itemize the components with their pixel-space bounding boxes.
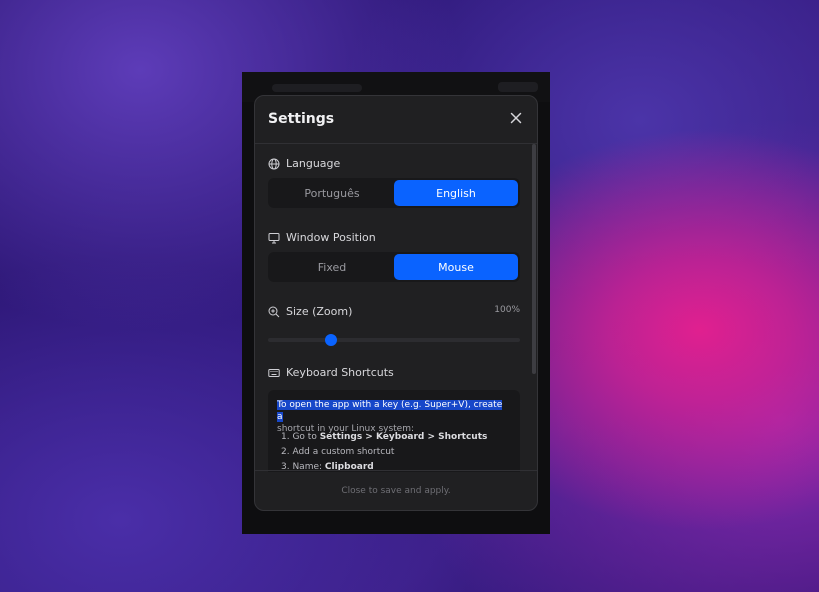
language-option-english[interactable]: English — [394, 180, 518, 206]
window-position-label: Window Position — [286, 231, 376, 244]
dialog-header: Settings — [255, 96, 537, 144]
shortcut-step: 2. Add a custom shortcut — [281, 445, 487, 460]
zoom-slider[interactable] — [268, 334, 520, 346]
window-position-toggle: Fixed Mouse — [268, 252, 520, 282]
shortcuts-section-label: Keyboard Shortcuts — [268, 366, 394, 379]
close-icon — [510, 112, 522, 124]
language-section-label: Language — [268, 157, 340, 170]
zoom-value: 100% — [494, 305, 520, 315]
window-position-option-mouse[interactable]: Mouse — [394, 254, 518, 280]
shortcut-intro-selected-text: To open the app with a key (e.g. Super+V… — [277, 400, 503, 422]
zoom-slider-thumb[interactable] — [325, 334, 337, 346]
app-titlebar-blurred-controls — [498, 82, 538, 92]
footer-note: Close to save and apply. — [341, 485, 451, 496]
zoom-label: Size (Zoom) — [286, 305, 353, 318]
dialog-body[interactable]: Language Português English Window Positi… — [255, 144, 537, 472]
zoom-section-label: Size (Zoom) — [268, 305, 352, 318]
shortcut-step-bold: Settings > Keyboard > Shortcuts — [319, 432, 488, 442]
dialog-scrollbar[interactable] — [532, 144, 536, 374]
window-position-option-fixed[interactable]: Fixed — [270, 254, 394, 280]
shortcut-step-text: 1. Go to — [281, 432, 320, 442]
language-label: Language — [286, 157, 341, 170]
monitor-icon — [268, 232, 280, 243]
language-option-portugues[interactable]: Português — [270, 180, 394, 206]
shortcuts-label: Keyboard Shortcuts — [286, 366, 394, 379]
zoom-in-icon — [268, 306, 280, 317]
language-toggle: Português English — [268, 178, 520, 208]
keyboard-icon — [268, 368, 280, 377]
dialog-title: Settings — [268, 111, 335, 127]
globe-icon — [268, 158, 280, 169]
settings-dialog: Settings Language Português English Wind… — [254, 95, 538, 511]
window-position-section-label: Window Position — [268, 231, 376, 244]
shortcut-steps: 1. Go to Settings > Keyboard > Shortcuts… — [281, 430, 487, 472]
shortcut-step-text: 2. Add a custom shortcut — [281, 447, 395, 457]
dialog-footer: Close to save and apply. — [255, 470, 537, 510]
shortcut-instructions: To open the app with a key (e.g. Super+V… — [268, 390, 520, 472]
close-button[interactable] — [509, 111, 523, 125]
app-titlebar-blurred-title — [272, 84, 362, 92]
shortcut-step: 1. Go to Settings > Keyboard > Shortcuts — [281, 430, 487, 445]
